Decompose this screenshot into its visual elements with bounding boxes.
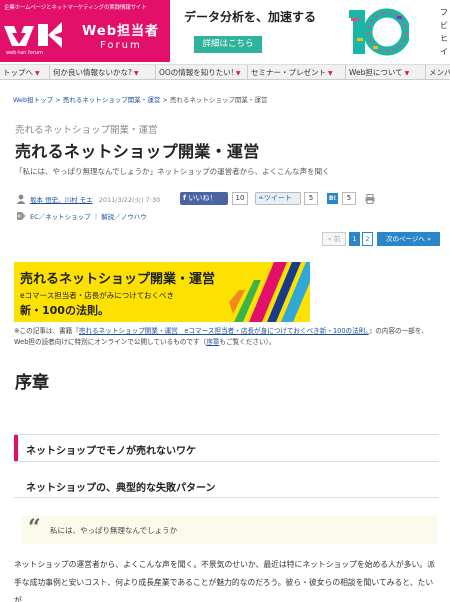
ad-side-text: フ ビ ヒ イ	[440, 8, 448, 56]
breadcrumb-home[interactable]: Web担トップ	[13, 96, 53, 104]
pager-prev-button: « 前	[322, 232, 346, 246]
quote-mark-icon: “	[28, 515, 41, 541]
nav-item-topic-info[interactable]: OOの情報を知りたい! ▼	[156, 65, 248, 80]
ad-banner[interactable]: データ分析を、加速する 詳細はこちら	[172, 0, 437, 62]
book-title: 売れるネットショップ開業・運営	[20, 272, 216, 287]
pager-page-2[interactable]: 2	[362, 232, 373, 246]
book-cover-art-icon	[229, 262, 310, 322]
author-icon	[16, 194, 26, 204]
pager-page-1[interactable]: 1	[349, 232, 360, 246]
subheading-accent-bar	[14, 435, 18, 461]
print-icon[interactable]	[365, 194, 375, 204]
subheading-1: ネットショップでモノが売れないワケ	[14, 434, 439, 462]
subheading-2: ネットショップの、典型的な失敗パターン	[14, 474, 439, 498]
web-tan-logo-icon	[4, 22, 62, 48]
book-subtitle-1: eコマース担当者・店長がみにつけておくべき	[20, 291, 175, 300]
nav-item-about[interactable]: Web担について ▼	[346, 65, 426, 80]
hatena-bookmark-button[interactable]: B!	[327, 193, 338, 204]
nav-item-top[interactable]: トップへ ▼	[0, 65, 50, 80]
facebook-like-button[interactable]: f いいね！	[180, 192, 228, 205]
chevron-down-icon: ▼	[404, 70, 410, 77]
site-header: 企業ホームページとネットマーケティングの実践情報サイト Web担当者 Forum…	[0, 0, 450, 62]
tweet-count: 5	[304, 192, 318, 205]
book-banner[interactable]: 売れるネットショップ開業・運営 eコマース担当者・店長がみにつけておくべき 新・…	[14, 262, 310, 322]
chevron-down-icon: ▼	[35, 70, 40, 77]
chevron-down-icon: ▼	[133, 70, 139, 77]
quote-text: 私には、やっぱり無理なんでしょうか	[50, 526, 178, 535]
brand-sub: Forum	[100, 40, 142, 51]
like-count: 10	[232, 192, 248, 205]
prologue-link[interactable]: 序章	[206, 338, 219, 346]
book-subtitle-2: 新・100の法則。	[20, 304, 109, 317]
site-logo[interactable]: 企業ホームページとネットマーケティングの実践情報サイト Web担当者 Forum…	[0, 0, 170, 62]
ad-10-graphic-icon	[349, 8, 409, 56]
tag-icon	[17, 212, 26, 220]
chevron-down-icon: ▼	[328, 70, 333, 77]
article-date: 2011/3/22(火) 7:30	[98, 196, 161, 204]
breadcrumb-current: 売れるネットショップ開業・運営	[169, 96, 268, 104]
chevron-down-icon: ▼	[235, 70, 241, 77]
article-body: ネットショップの運営者から、よくこんな声を聞く。不景気のせいか、最近は特にネット…	[14, 560, 435, 602]
breadcrumb-section[interactable]: 売れるネットショップ開業・運営	[63, 96, 161, 104]
site-tagline: 企業ホームページとネットマーケティングの実践情報サイト	[4, 5, 147, 11]
ad-title: データ分析を、加速する	[184, 10, 317, 24]
nav-item-members[interactable]: メンバ	[426, 65, 450, 80]
hatena-count: 5	[342, 192, 356, 205]
pager-next-button[interactable]: 次のページへ »	[377, 232, 440, 246]
global-nav: トップへ ▼ 何か良い情報ないかな? ▼ OOの情報を知りたい! ▼ セミナー・プレゼ…	[0, 64, 450, 80]
section-heading: 序章	[15, 373, 49, 393]
article-lede: 「私には、やっぱり無理なんでしょうか」ネットショップの運営者から、よくこんな声を…	[15, 167, 330, 176]
article-tags[interactable]: EC／ネットショップ ｜ 解説／ノウハウ	[30, 211, 147, 221]
pull-quote: “ 私には、やっぱり無理なんでしょうか	[22, 515, 437, 544]
article-authors[interactable]: 坂本 悟史、川村 モエ	[30, 196, 93, 204]
tweet-button[interactable]: ❧ツイート	[255, 192, 301, 205]
nav-item-seminar[interactable]: セミナー・プレゼント ▼	[248, 65, 346, 80]
brand-small: web-tan forum	[6, 50, 43, 56]
article-category: 売れるネットショップ開業・運営	[15, 125, 158, 136]
book-note: ※この記事は、書籍『売れるネットショップ開業・運営 eコマース担当者・店長が身に…	[14, 327, 428, 346]
page-title: 売れるネットショップ開業・運営	[15, 142, 260, 161]
brand-name: Web担当者	[82, 24, 159, 39]
ad-details-button[interactable]: 詳細はこちら	[194, 36, 262, 53]
article-meta: 坂本 悟史、川村 モエ 2011/3/22(火) 7:30	[30, 194, 160, 204]
breadcrumb: Web担トップ > 売れるネットショップ開業・運営 > 売れるネットショップ開業…	[13, 96, 268, 104]
nav-item-find-info[interactable]: 何か良い情報ないかな? ▼	[50, 65, 156, 80]
book-link[interactable]: 売れるネットショップ開業・運営 eコマース担当者・店長が身につけておくべき新・1…	[79, 327, 369, 335]
